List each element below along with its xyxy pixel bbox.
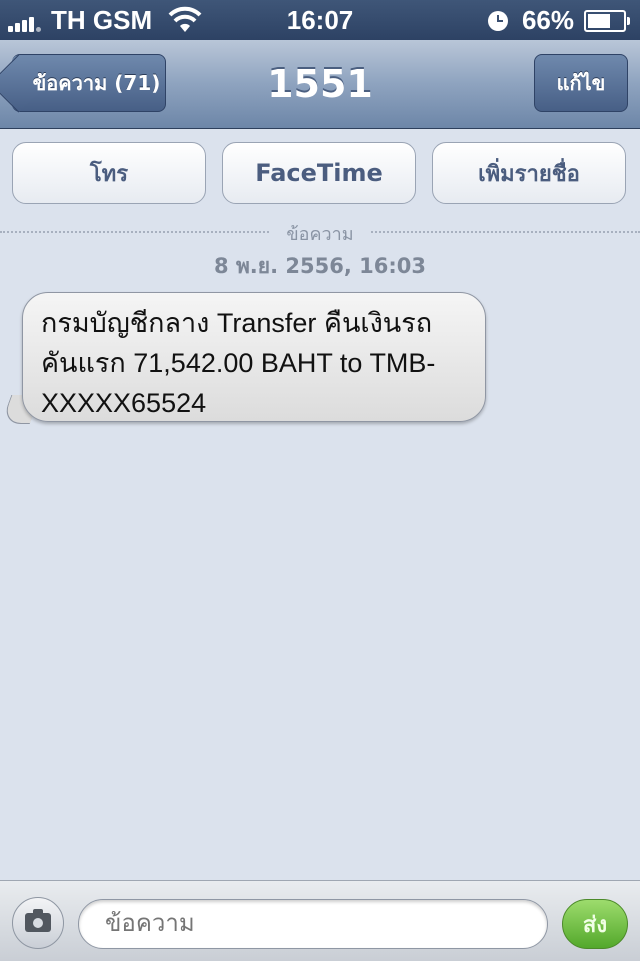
facetime-button[interactable]: FaceTime: [222, 142, 416, 204]
call-button[interactable]: โทร: [12, 142, 206, 204]
navigation-bar: ข้อความ (71) 1551 แก้ไข: [0, 40, 640, 129]
divider-label: ข้อความ: [270, 219, 370, 248]
camera-icon: [25, 909, 51, 932]
back-button-label: ข้อความ (71): [32, 71, 161, 95]
status-right: 66%: [487, 5, 630, 36]
add-contact-button[interactable]: เพิ่มรายชื่อ: [432, 142, 626, 204]
message-text: กรมบัญชีกลาง Transfer คืนเงินรถคันแรก 71…: [41, 308, 436, 418]
message-timestamp: 8 พ.ย. 2556, 16:03: [214, 254, 426, 278]
message-input[interactable]: [78, 899, 548, 949]
alarm-clock-icon: [487, 10, 508, 31]
battery-percent: 66%: [521, 5, 574, 35]
battery-fill: [588, 13, 610, 28]
edit-button[interactable]: แก้ไข: [534, 54, 628, 112]
received-message-bubble[interactable]: กรมบัญชีกลาง Transfer คืนเงินรถคันแรก 71…: [22, 292, 486, 422]
contact-actions: โทร FaceTime เพิ่มรายชื่อ: [12, 142, 628, 206]
battery-icon: [584, 9, 630, 32]
send-button[interactable]: ส่ง: [562, 899, 628, 949]
conversation-title: 1551: [267, 62, 373, 106]
camera-button[interactable]: [12, 897, 64, 949]
back-button[interactable]: ข้อความ (71): [0, 54, 166, 113]
compose-bar: ส่ง: [0, 880, 640, 961]
status-bar: TH GSM 16:07 66%: [0, 0, 640, 40]
